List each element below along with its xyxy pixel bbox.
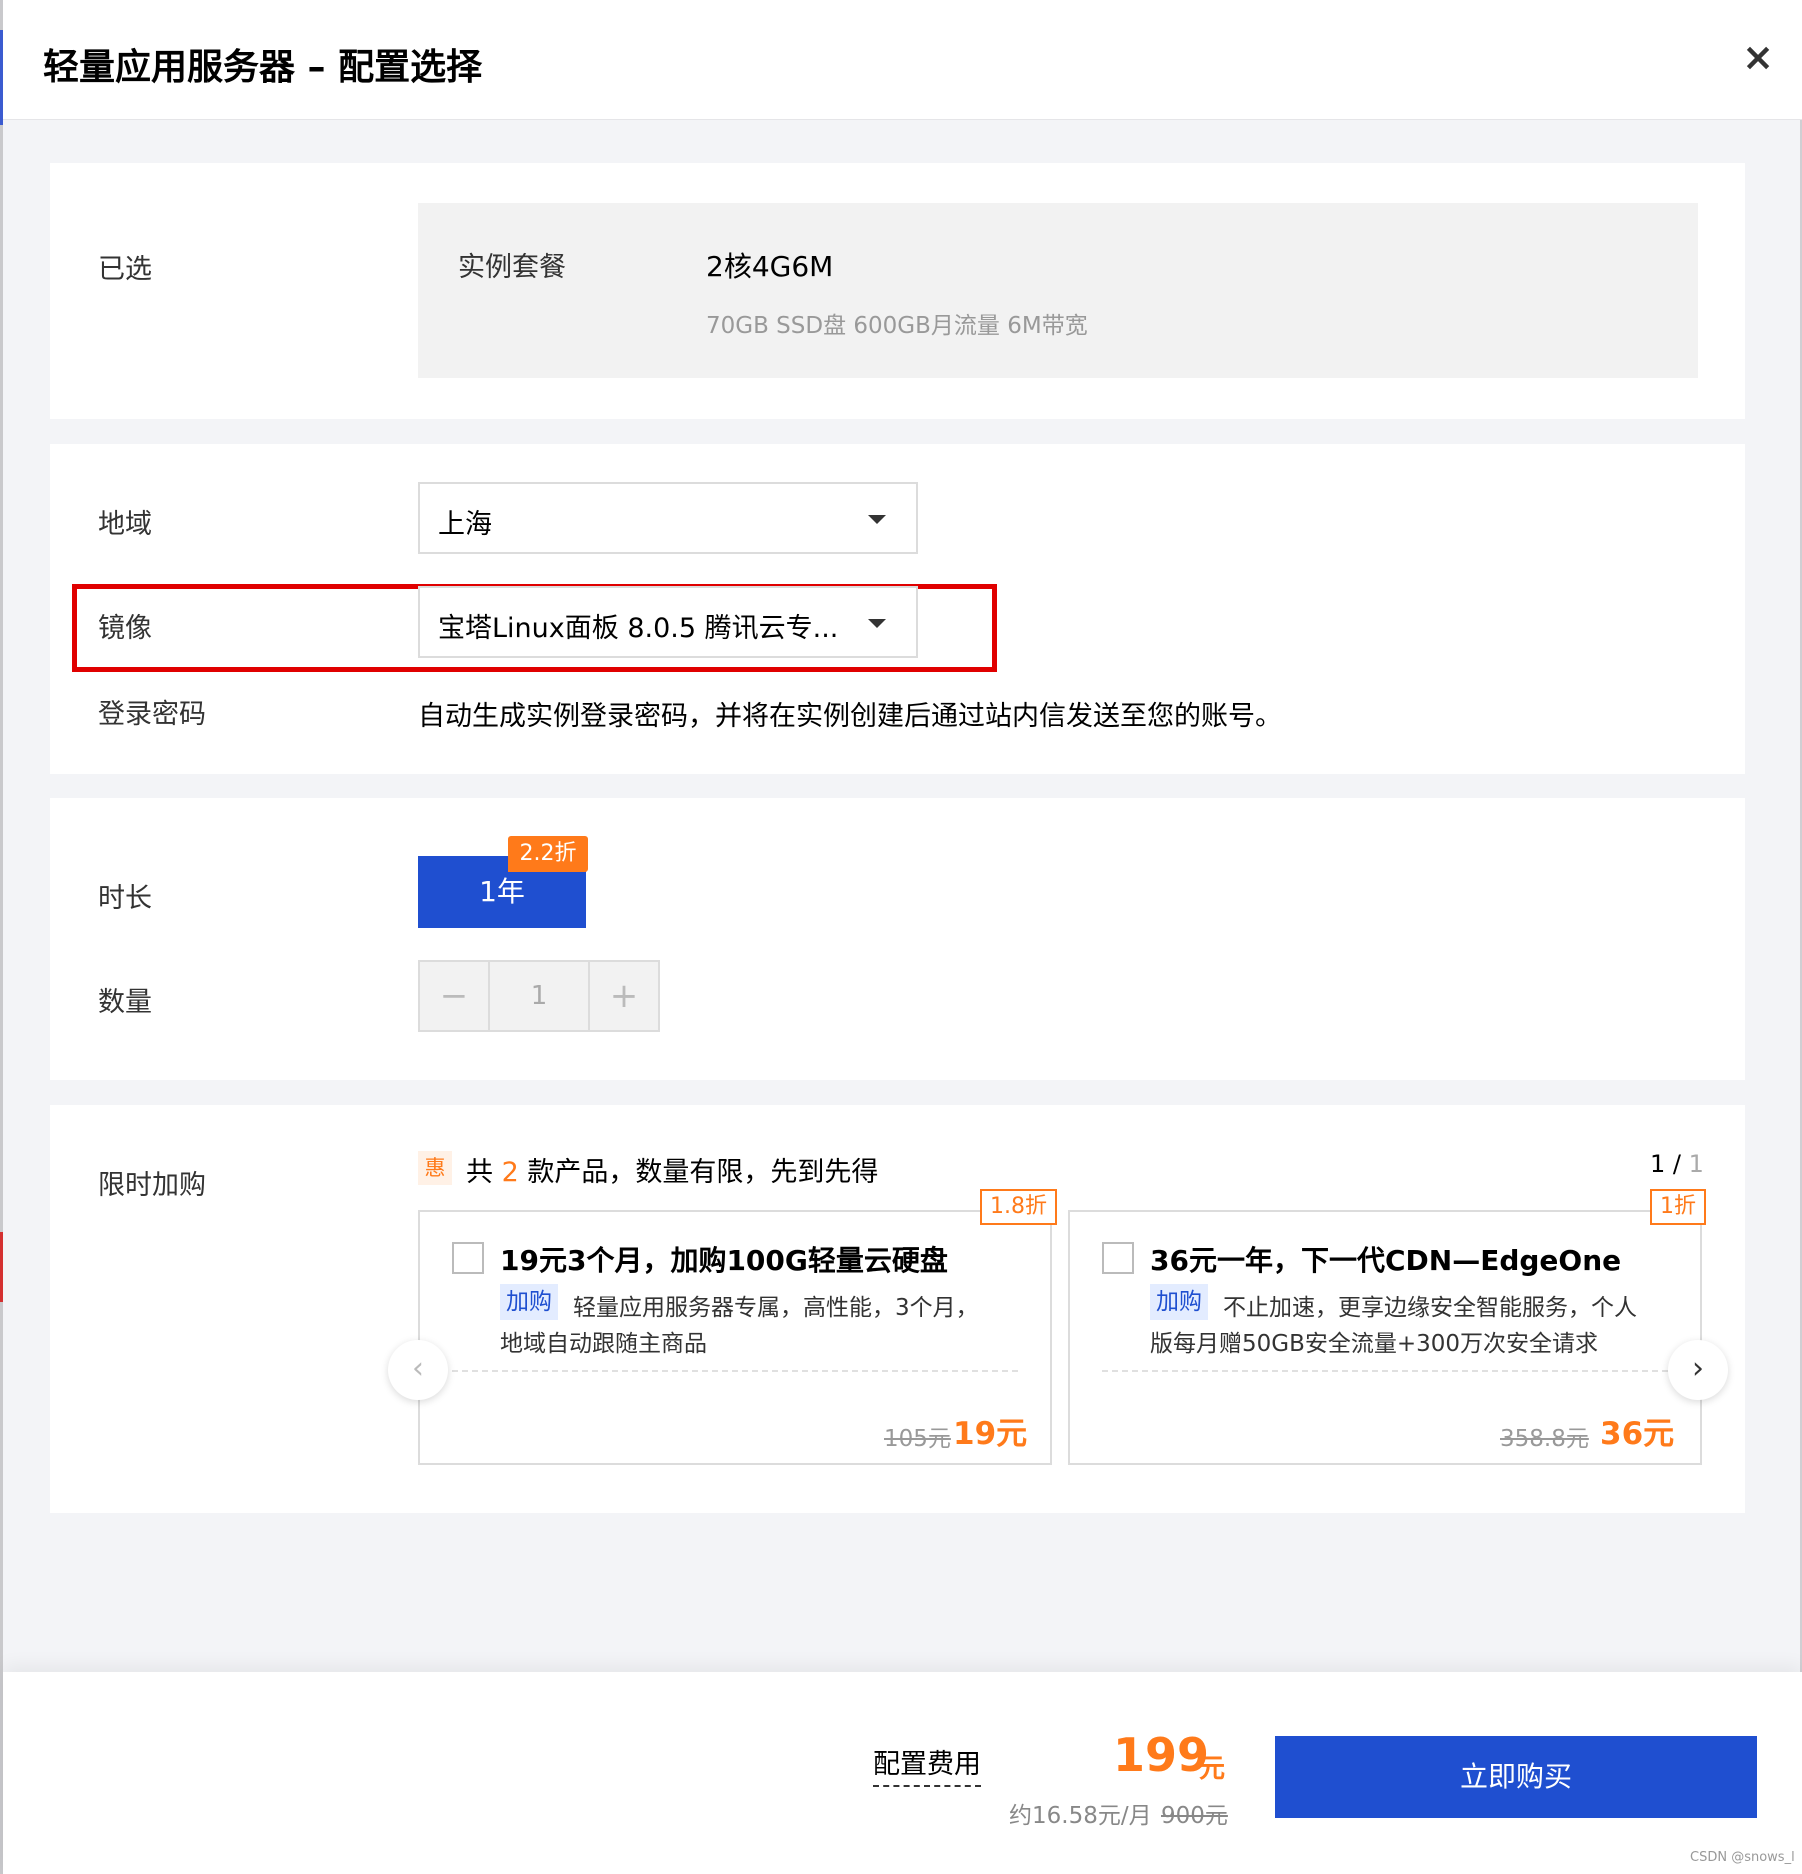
quantity-value[interactable]: 1 <box>490 962 588 1030</box>
product-discount-tag: 1.8折 <box>980 1189 1057 1225</box>
watermark: CSDN @snows_l <box>1690 1850 1795 1865</box>
quantity-label: 数量 <box>98 987 152 1018</box>
discount-badge: 2.2折 <box>508 836 588 872</box>
product-description-line-1: 轻量应用服务器专属，高性能，3个月， <box>573 1295 979 1321</box>
product-sale-price: 36元 <box>1600 1416 1675 1452</box>
selected-section: 已选 实例套餐 2核4G6M 70GB SSD盘 600GB月流量 6M带宽 <box>50 163 1745 419</box>
purchase-section: 时长 1年 2.2折 数量 − 1 + <box>50 798 1745 1080</box>
product-sale-price: 19元 <box>953 1416 1028 1452</box>
chevron-down-icon <box>868 515 886 524</box>
dialog-header: 轻量应用服务器 – 配置选择 × <box>3 0 1802 120</box>
chevron-right-icon[interactable]: › <box>1668 1340 1728 1400</box>
product-title: 19元3个月，加购100G轻量云硬盘 <box>500 1244 948 1277</box>
package-spec: 70GB SSD盘 600GB月流量 6M带宽 <box>706 313 1088 339</box>
product-badge: 加购 <box>500 1284 558 1320</box>
left-window-edge <box>0 0 3 1874</box>
selected-label: 已选 <box>98 254 152 285</box>
minus-icon[interactable]: − <box>420 962 490 1030</box>
dialog-title: 轻量应用服务器 – 配置选择 <box>43 47 483 88</box>
chevron-left-icon[interactable]: ‹ <box>388 1340 448 1400</box>
selected-package-box: 实例套餐 2核4G6M 70GB SSD盘 600GB月流量 6M带宽 <box>418 203 1698 378</box>
product-description-line-1: 不止加速，更享边缘安全智能服务，个人 <box>1223 1295 1637 1321</box>
package-value: 2核4G6M <box>706 250 834 283</box>
config-section: 地域 上海 镜像 宝塔Linux面板 8.0.5 腾讯云专... 登录密码 自动… <box>50 444 1745 774</box>
quantity-stepper: − 1 + <box>418 960 660 1032</box>
password-label: 登录密码 <box>98 699 206 730</box>
product-badge: 加购 <box>1150 1284 1208 1320</box>
discount-hui-icon: 惠 <box>418 1151 452 1185</box>
buy-now-button[interactable]: 立即购买 <box>1275 1736 1757 1818</box>
promo-summary: 共 2 款产品，数量有限，先到先得 <box>466 1150 878 1189</box>
promo-section: 限时加购 惠 共 2 款产品，数量有限，先到先得 1 / 1 19元3个月，加购… <box>50 1105 1745 1513</box>
promo-pager: 1 / 1 <box>1650 1150 1704 1178</box>
product-description-line-2: 地域自动跟随主商品 <box>500 1331 707 1357</box>
promo-count: 2 <box>501 1157 519 1188</box>
product-original-price: 105元 <box>884 1426 951 1452</box>
order-footer: 配置费用 199 元 约16.58元/月 900元 立即购买 <box>3 1672 1802 1874</box>
divider <box>452 1370 1018 1372</box>
fee-monthly: 约16.58元/月 <box>1009 1803 1152 1829</box>
pager-current: 1 / <box>1650 1150 1681 1178</box>
product-checkbox[interactable] <box>452 1242 484 1274</box>
promo-text-prefix: 共 <box>466 1157 493 1188</box>
fee-unit: 元 <box>1199 1754 1226 1784</box>
fee-original-price: 900元 <box>1161 1803 1228 1829</box>
product-discount-tag: 1折 <box>1650 1189 1706 1225</box>
fee-amount: 199 <box>1113 1728 1210 1782</box>
product-original-price: 358.8元 <box>1500 1426 1589 1452</box>
promo-product-card[interactable]: 19元3个月，加购100G轻量云硬盘 加购 轻量应用服务器专属，高性能，3个月，… <box>418 1210 1052 1465</box>
edge-accent-red <box>0 1232 3 1302</box>
region-value: 上海 <box>438 509 492 540</box>
package-label: 实例套餐 <box>458 252 566 283</box>
password-description: 自动生成实例登录密码，并将在实例创建后通过站内信发送至您的账号。 <box>418 701 1282 732</box>
promo-label: 限时加购 <box>98 1170 206 1201</box>
fee-label[interactable]: 配置费用 <box>873 1742 981 1787</box>
image-label: 镜像 <box>98 613 152 644</box>
promo-text-suffix: 款产品，数量有限，先到先得 <box>527 1157 879 1188</box>
product-checkbox[interactable] <box>1102 1242 1134 1274</box>
pager-total: 1 <box>1688 1150 1704 1178</box>
image-value: 宝塔Linux面板 8.0.5 腾讯云专... <box>438 613 839 644</box>
close-icon[interactable]: × <box>1733 32 1783 82</box>
product-title: 36元一年，下一代CDN—EdgeOne <box>1150 1244 1622 1277</box>
divider <box>1102 1370 1668 1372</box>
plus-icon[interactable]: + <box>588 962 658 1030</box>
region-dropdown[interactable]: 上海 <box>418 482 918 554</box>
chevron-down-icon <box>868 619 886 628</box>
region-label: 地域 <box>98 509 152 540</box>
duration-label: 时长 <box>98 883 152 914</box>
promo-product-card[interactable]: 36元一年，下一代CDN—EdgeOne 加购 不止加速，更享边缘安全智能服务，… <box>1068 1210 1702 1465</box>
product-description-line-2: 版每月赠50GB安全流量+300万次安全请求 <box>1150 1331 1599 1357</box>
image-dropdown[interactable]: 宝塔Linux面板 8.0.5 腾讯云专... <box>418 586 918 658</box>
